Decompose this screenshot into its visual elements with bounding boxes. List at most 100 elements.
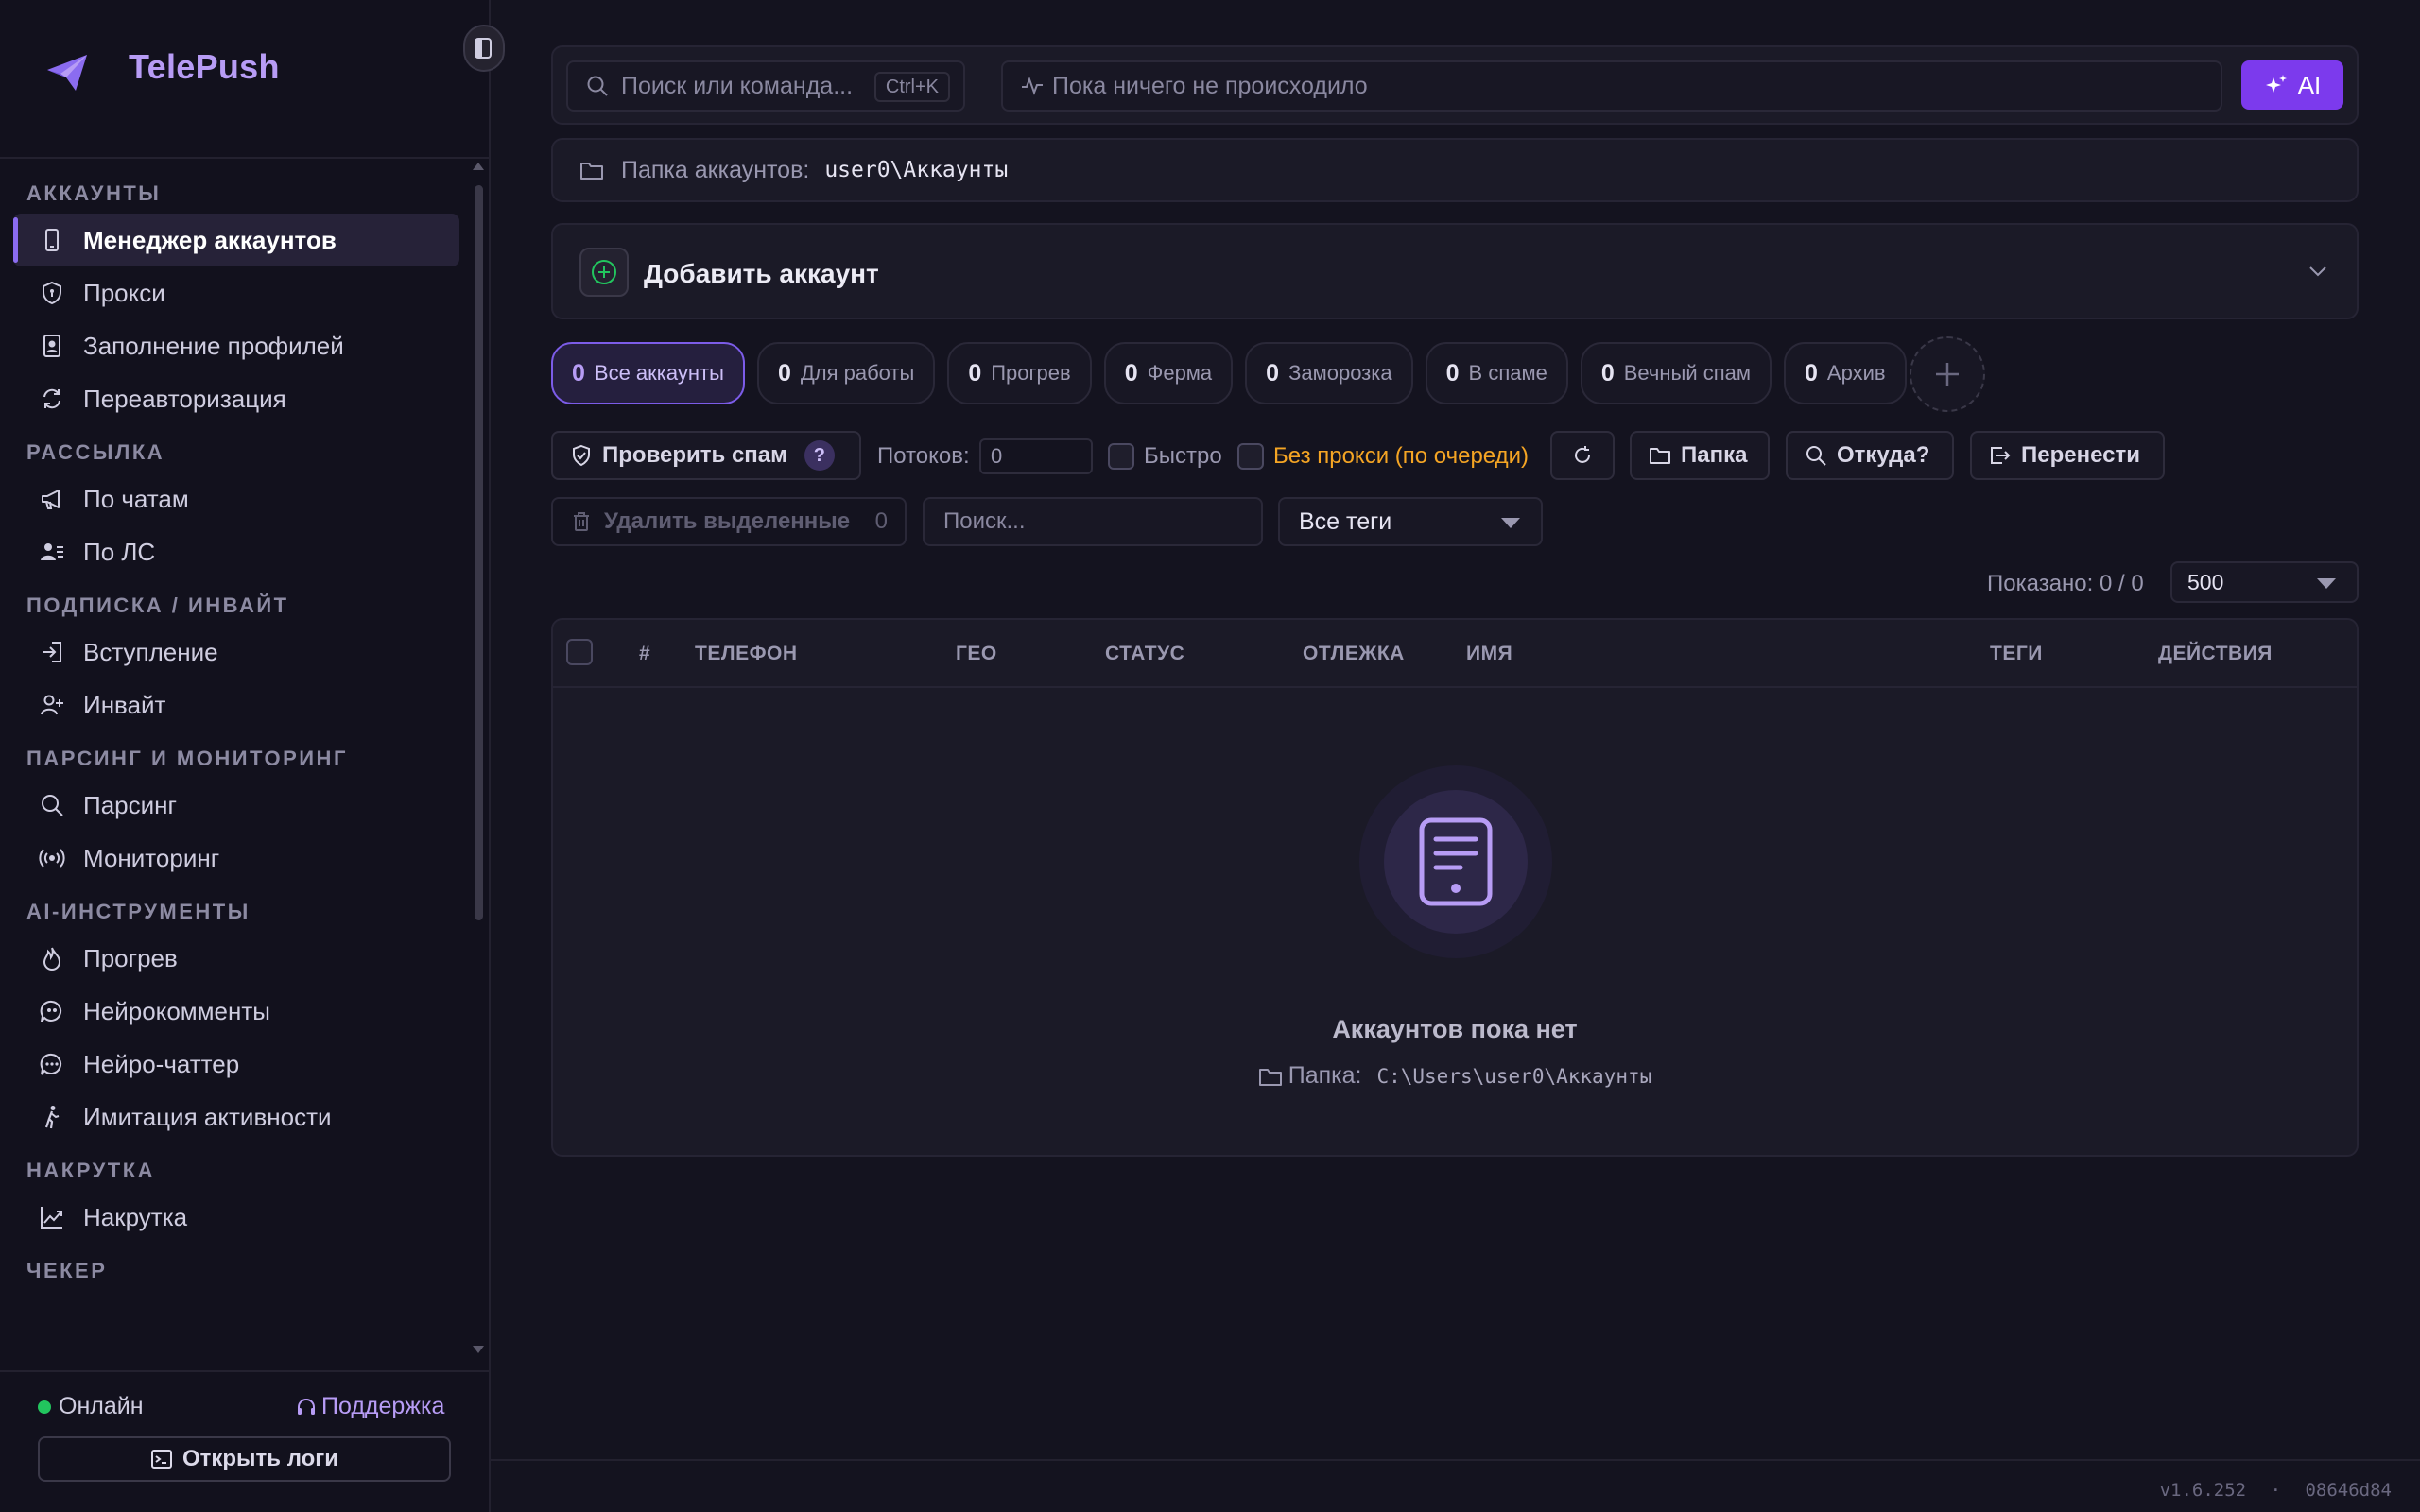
help-icon[interactable]: ?: [804, 440, 835, 471]
sidebar-item-boost[interactable]: Накрутка: [13, 1191, 459, 1244]
tab-for-work[interactable]: 0 Для работы: [756, 342, 936, 404]
chevron-down-icon[interactable]: [2306, 259, 2330, 284]
sparkles-icon: [2265, 75, 2287, 93]
add-tab-button[interactable]: [1910, 336, 1985, 412]
account-search-placeholder: Поиск...: [943, 508, 1026, 534]
version-number: v1.6.252: [2159, 1480, 2247, 1501]
sidebar-item-proxy[interactable]: Прокси: [13, 266, 459, 319]
search-icon: [587, 76, 608, 96]
column-header-rest[interactable]: ОТЛЕЖКА: [1303, 643, 1405, 665]
tab-count: 0: [1124, 359, 1138, 387]
sidebar-item-profile-fill[interactable]: Заполнение профилей: [13, 319, 459, 372]
nav-section-title: ЧЕКЕР: [26, 1259, 108, 1282]
sidebar-item-label: Менеджер аккаунтов: [83, 225, 337, 254]
ai-button[interactable]: AI: [2241, 60, 2343, 110]
open-logs-label: Открыть логи: [182, 1446, 339, 1471]
telepush-logo-icon: [47, 55, 87, 91]
column-header-tags[interactable]: ТЕГИ: [1990, 643, 2043, 665]
top-bar: Поиск или команда... Ctrl+K Пока ничего …: [551, 45, 2359, 125]
sidebar-item-label: Нейрокомменты: [83, 996, 270, 1025]
users-icon: [38, 538, 66, 566]
tablet-document-icon: [1419, 817, 1493, 906]
scroll-down-arrow[interactable]: [473, 1346, 484, 1353]
add-account-panel[interactable]: Добавить аккаунт: [551, 223, 2359, 319]
sidebar-item-invite[interactable]: Инвайт: [13, 679, 459, 731]
open-logs-button[interactable]: Открыть логи: [38, 1436, 451, 1482]
column-header-status[interactable]: СТАТУС: [1105, 643, 1184, 665]
column-header-geo[interactable]: ГЕО: [956, 643, 997, 665]
sidebar-item-activity-imitation[interactable]: Имитация активности: [13, 1091, 459, 1143]
support-link[interactable]: Поддержка: [295, 1393, 444, 1420]
tab-all-accounts[interactable]: 0 Все аккаунты: [551, 342, 745, 404]
sidebar-item-monitoring[interactable]: Мониторинг: [13, 832, 459, 885]
sidebar-item-label: Мониторинг: [83, 843, 220, 872]
sidebar-item-neurochatter[interactable]: Нейро-чаттер: [13, 1038, 459, 1091]
sidebar-item-account-manager[interactable]: Менеджер аккаунтов: [13, 214, 459, 266]
move-button[interactable]: Перенести: [1970, 431, 2165, 480]
page-size-select[interactable]: 500: [2170, 561, 2359, 603]
sidebar-item-warmup[interactable]: Прогрев: [13, 932, 459, 985]
refresh-button[interactable]: [1550, 431, 1615, 480]
column-header-actions: ДЕЙСТВИЯ: [2158, 643, 2273, 664]
sidebar-scrollbar[interactable]: [475, 185, 483, 920]
column-header-phone[interactable]: ТЕЛЕФОН: [695, 643, 798, 665]
tab-count: 0: [1600, 359, 1615, 387]
delete-selected-count: 0: [874, 508, 888, 534]
tab-label: Архив: [1826, 361, 1886, 385]
nav-section-title: ПОДПИСКА / ИНВАЙТ: [26, 593, 289, 617]
tab-label: Все аккаунты: [594, 361, 724, 385]
sidebar-item-parsing[interactable]: Парсинг: [13, 779, 459, 832]
tab-frozen[interactable]: 0 Заморозка: [1245, 342, 1413, 404]
empty-state-circle: [1384, 790, 1528, 934]
sidebar-item-reauth[interactable]: Переавторизация: [13, 372, 459, 425]
sidebar-item-label: Инвайт: [83, 690, 166, 719]
activity-feed[interactable]: Пока ничего не происходило: [1001, 60, 2222, 112]
shield-icon: [38, 279, 66, 307]
sidebar-item-label: Парсинг: [83, 790, 177, 819]
column-header-name[interactable]: ИМЯ: [1466, 643, 1512, 665]
tab-in-spam[interactable]: 0 В спаме: [1425, 342, 1568, 404]
version-separator: ·: [2270, 1480, 2282, 1501]
account-filter-tabs: 0 Все аккаунты 0 Для работы 0 Прогрев 0 Ферм…: [551, 342, 1919, 408]
tab-archive[interactable]: 0 Архив: [1784, 342, 1907, 404]
no-proxy-checkbox[interactable]: [1237, 443, 1264, 470]
tags-select[interactable]: Все теги: [1278, 497, 1543, 546]
tab-permanent-spam[interactable]: 0 Вечный спам: [1580, 342, 1772, 404]
sidebar-item-label: По чатам: [83, 484, 189, 513]
sidebar-item-dm[interactable]: По ЛС: [13, 525, 459, 578]
chat-dots-icon: [38, 1050, 66, 1078]
sidebar-item-label: По ЛС: [83, 537, 156, 566]
scroll-up-arrow[interactable]: [473, 163, 484, 170]
folder-icon: [1258, 1068, 1282, 1086]
folder-label: Папка аккаунтов:: [621, 156, 810, 183]
check-spam-button[interactable]: Проверить спам ?: [551, 431, 861, 480]
where-from-label: Откуда?: [1837, 442, 1930, 468]
chart-up-icon: [38, 1203, 66, 1231]
folder-button[interactable]: Папка: [1630, 431, 1770, 480]
activity-text: Пока ничего не происходило: [1052, 72, 1368, 99]
tab-farm[interactable]: 0 Ферма: [1103, 342, 1234, 404]
column-header-index[interactable]: #: [639, 643, 650, 665]
threads-input[interactable]: 0: [979, 438, 1093, 474]
tab-label: Для работы: [800, 361, 915, 385]
sidebar-item-join[interactable]: Вступление: [13, 626, 459, 679]
select-all-checkbox[interactable]: [566, 639, 593, 665]
sidebar-item-neurocomments[interactable]: Нейрокомменты: [13, 985, 459, 1038]
sidebar-collapse-button[interactable]: [463, 25, 505, 72]
shortcut-badge: Ctrl+K: [873, 72, 950, 102]
export-icon: [1991, 447, 2011, 464]
where-from-button[interactable]: Откуда?: [1786, 431, 1954, 480]
tab-warmup[interactable]: 0 Прогрев: [947, 342, 1092, 404]
tab-label: Ферма: [1147, 361, 1213, 385]
fast-label: Быстро: [1144, 443, 1222, 469]
fast-checkbox[interactable]: [1108, 443, 1134, 470]
tab-label: Заморозка: [1288, 361, 1392, 385]
support-label: Поддержка: [321, 1393, 445, 1419]
quote-bubble-icon: [38, 997, 66, 1025]
folder-icon: [580, 163, 603, 180]
nav-section-title: РАССЫЛКА: [26, 440, 165, 464]
delete-selected-button[interactable]: Удалить выделенные 0: [551, 497, 907, 546]
sidebar-item-chats[interactable]: По чатам: [13, 472, 459, 525]
account-search-input[interactable]: Поиск...: [923, 497, 1263, 546]
command-search-input[interactable]: Поиск или команда... Ctrl+K: [566, 60, 965, 112]
